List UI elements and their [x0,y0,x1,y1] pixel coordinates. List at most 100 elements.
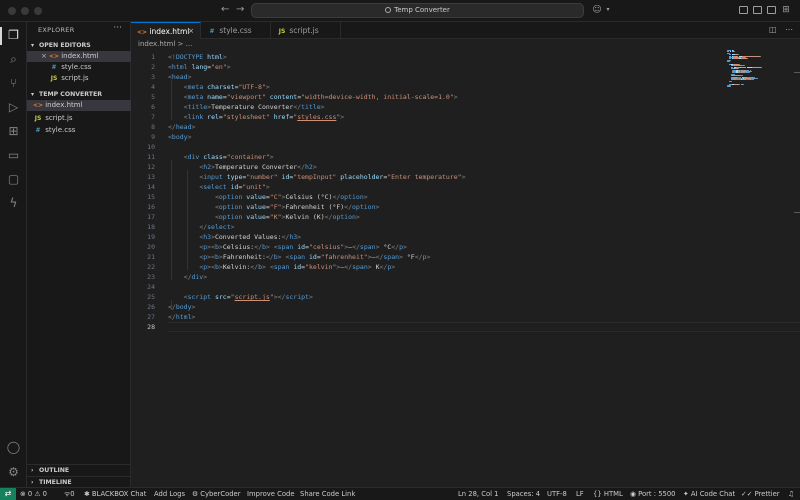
code-token: "viewport" [226,93,266,101]
open-editors-section[interactable]: ▾ OPEN EDITORS [27,40,131,51]
toggle-panel-icon[interactable] [753,6,762,14]
timeline-section[interactable]: › TIMELINE [27,476,131,487]
code-line[interactable]: <select id="unit"> [168,182,269,192]
back-arrow-icon[interactable]: ← [221,4,229,16]
copilot-icon[interactable]: ☺ [592,5,602,15]
code-token: Temperature Converter [211,103,294,111]
notifications-bell-icon[interactable]: ♫ [788,488,794,500]
cybercoder-button[interactable]: ⚙ CyberCoder [192,488,241,500]
toggle-primary-sidebar-icon[interactable] [739,6,748,14]
chat-icon[interactable]: ▢ [6,172,21,187]
file-encoding[interactable]: UTF-8 [547,488,567,500]
chat-icon: ✱ [84,490,90,498]
code-line[interactable]: <h3>Converted Values:</h3> [168,232,301,242]
file-item[interactable]: <> index.html [27,100,131,111]
code-line[interactable]: <option value="K">Kelvin (K)</option> [168,212,360,222]
blackbox-chat-button[interactable]: ✱ BLACKBOX Chat [84,488,146,500]
share-code-link-button[interactable]: Share Code Link [300,488,355,500]
code-line[interactable]: <p><b>Fahrenheit:</b> <span id="fahrenhe… [168,252,430,262]
ai-code-chat-button[interactable]: ✦ AI Code Chat [683,488,735,500]
code-token: <! [168,53,176,61]
open-editor-item[interactable]: JS script.js [27,73,131,84]
code-token: Celsius (°C) [285,193,333,201]
code-line[interactable]: <meta name="viewport" content="width=dev… [168,92,458,102]
tab-script-js[interactable]: JS script.js [271,22,341,39]
code-line[interactable]: </div> [168,272,208,282]
code-token: °C [379,243,392,251]
window-close-button[interactable] [8,7,16,15]
code-line[interactable]: <body> [168,132,192,142]
open-editor-item[interactable]: × <> index.html [27,51,131,62]
code-line[interactable]: </select> [168,222,234,232]
live-server-port[interactable]: ◉ Port : 5500 [630,488,676,500]
code-line[interactable]: <script src="script.js"></script> [168,292,313,302]
code-token: charset [207,83,235,91]
remote-explorer-icon[interactable]: ▭ [6,148,21,163]
more-actions-icon[interactable]: ⋯ [785,25,793,34]
code-line[interactable]: <h2>Temperature Converter</h2> [168,162,316,172]
cursor-position[interactable]: Ln 28, Col 1 [458,488,499,500]
file-item[interactable]: JS script.js [27,113,131,124]
copilot-menu-chevron-icon[interactable]: ▾ [603,5,613,15]
search-icon[interactable]: ⌕ [6,52,21,67]
code-line[interactable]: <p><b>Celsius:</b> <span id="celsius">—<… [168,242,407,252]
explorer-icon[interactable]: ❐ [6,28,21,43]
problems-indicator[interactable]: ⊗ 0 ⚠ 0 [20,488,47,500]
tab-index-html[interactable]: <> index.html × [131,22,201,39]
live-share-icon[interactable]: ϟ [6,196,21,211]
code-token: Converted Values: [214,233,282,241]
add-logs-button[interactable]: Add Logs [154,488,185,500]
open-editor-item[interactable]: # style.css [27,62,131,73]
vertical-scrollbar[interactable] [794,50,800,487]
run-and-debug-icon[interactable]: ▷ [6,100,21,115]
settings-gear-icon[interactable]: ⚙ [6,465,21,480]
ports-indicator[interactable]: ᯤ0 [64,488,75,500]
toggle-secondary-sidebar-icon[interactable] [767,6,776,14]
forward-arrow-icon[interactable]: → [236,4,244,16]
code-token: placeholder [340,173,384,181]
accounts-icon[interactable]: ◯ [6,440,21,455]
close-icon[interactable]: × [39,51,49,62]
code-line[interactable]: </head> [168,122,195,132]
customize-layout-icon[interactable]: ⊞ [781,5,791,15]
file-item[interactable]: # style.css [27,125,131,136]
code-token: > [453,93,458,101]
code-line[interactable]: <div class="container"> [168,152,274,162]
indentation-setting[interactable]: Spaces: 4 [507,488,540,500]
code-line[interactable]: <head> [168,72,192,82]
more-actions-icon[interactable]: ··· [113,23,122,33]
code-line[interactable]: <option value="F">Fahrenheit (°F)</optio… [168,202,379,212]
improve-code-button[interactable]: Improve Code [247,488,295,500]
outline-section[interactable]: › OUTLINE [27,464,131,475]
code-line[interactable]: <option value="C">Celsius (°C)</option> [168,192,368,202]
code-line[interactable]: <meta charset="UTF-8"> [168,82,270,92]
prettier-status[interactable]: ✓✓ Prettier [741,488,780,500]
command-center-search[interactable]: Temp Converter [251,3,584,18]
code-line[interactable]: <input type="number" id="tempInput" plac… [168,172,465,182]
code-line[interactable]: <html lang="en"> [168,62,231,72]
code-line[interactable]: <title>Temperature Converter</title> [168,102,325,112]
source-control-icon[interactable]: ⑂ [6,76,21,91]
code-line[interactable]: </body> [168,302,195,312]
split-editor-icon[interactable]: ◫ [769,25,777,34]
code-editor[interactable]: 1 2 3 4 5 6 7 8 9 10 11 12 13 14 15 16 17 18 19 20 21 22 23 24 2… [131,50,800,487]
code-line[interactable]: </html> [168,312,195,322]
language-mode[interactable]: {} HTML [593,488,623,500]
code-line[interactable]: <!DOCTYPE html> [168,52,227,62]
breadcrumb[interactable]: index.html > ... [131,39,800,50]
code-line[interactable]: <link rel="stylesheet" href="styles.css"… [168,112,345,122]
end-of-line[interactable]: LF [576,488,584,500]
window-zoom-button[interactable] [34,7,42,15]
tab-style-css[interactable]: # style.css [201,22,271,39]
code-line[interactable]: <p><b>Kelvin:</b> <span id="kelvin">—</s… [168,262,395,272]
window-minimize-button[interactable] [21,7,29,15]
remote-indicator-icon[interactable]: ⇄ [0,488,16,500]
extensions-icon[interactable]: ⊞ [6,124,21,139]
close-icon[interactable]: × [188,23,194,40]
project-folder-section[interactable]: ▾ TEMP CONVERTER [27,89,131,100]
minimap[interactable] [727,50,777,90]
